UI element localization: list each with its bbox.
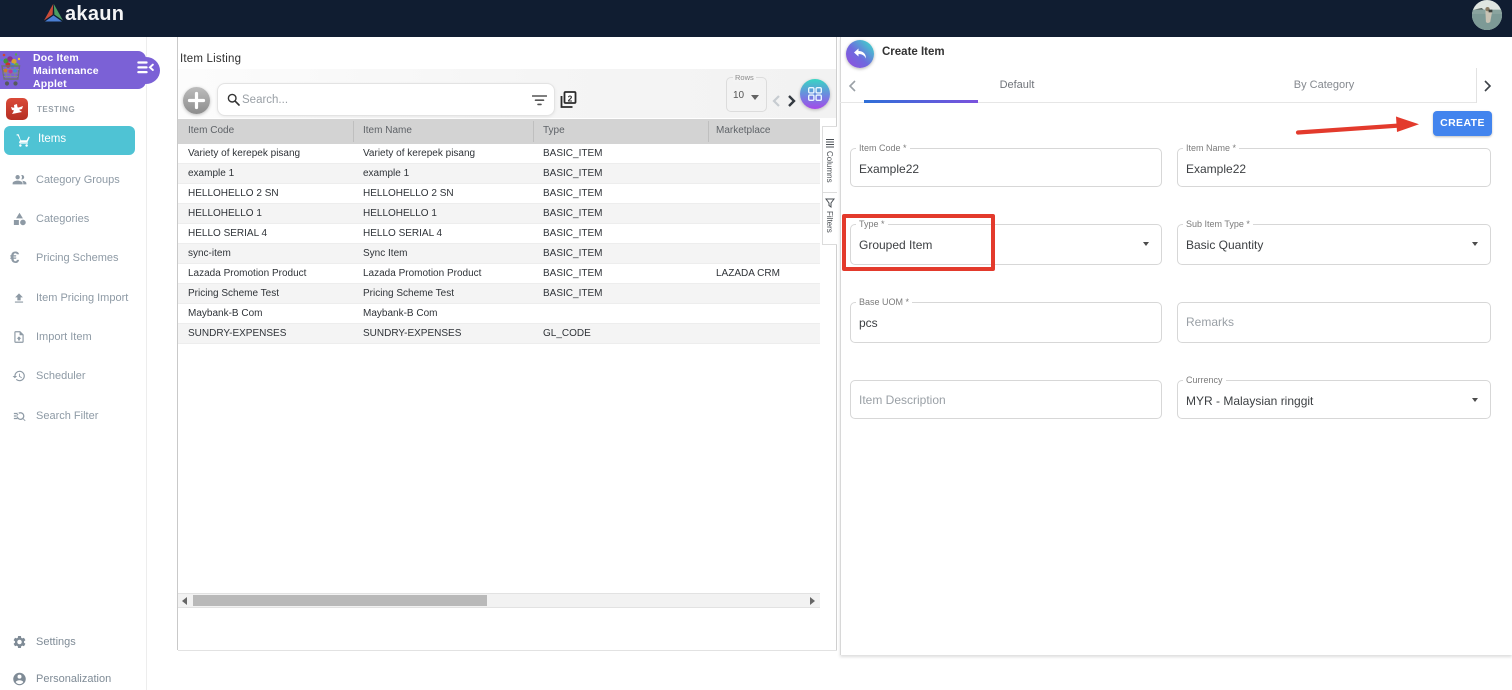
svg-text:2: 2 [568,93,573,103]
